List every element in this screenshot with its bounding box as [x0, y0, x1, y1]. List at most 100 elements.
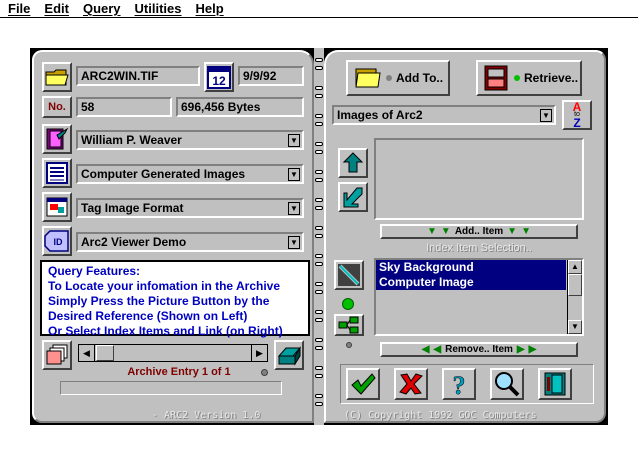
- link-down-button[interactable]: [338, 182, 368, 212]
- query-line: To Locate your infomation in the Archive: [48, 279, 281, 293]
- exit-door-icon: [544, 372, 566, 396]
- checkmark-icon: [351, 373, 376, 395]
- link-status-led: [342, 298, 354, 310]
- add-item-label: Add.. Item: [454, 226, 504, 237]
- format-dropdown-arrow-icon[interactable]: ▼: [288, 202, 300, 215]
- svg-text:12: 12: [212, 74, 226, 88]
- print-button[interactable]: [274, 340, 304, 370]
- question-mark-icon: ?: [452, 371, 466, 397]
- exit-button[interactable]: [538, 368, 572, 400]
- calendar-icon: 12: [207, 66, 231, 89]
- scroll-left-arrow-icon[interactable]: ◀: [79, 345, 95, 361]
- list-scrollbar[interactable]: ▲ ▼: [567, 260, 582, 334]
- author-dropdown-arrow-icon[interactable]: ▼: [288, 134, 300, 147]
- scroll-up-arrow-icon[interactable]: ▲: [568, 260, 582, 274]
- selected-items-list[interactable]: Sky Background Computer Image ▲ ▼: [374, 258, 584, 336]
- version-text: - ARC2 Version 1.0: [152, 410, 261, 421]
- query-line: Simply Press the Picture Button by the: [48, 294, 270, 308]
- help-button[interactable]: ?: [442, 368, 476, 400]
- binder-spine: [314, 48, 324, 425]
- index-selection-label: Index Item Selection..: [426, 242, 532, 254]
- network-icon: [338, 316, 359, 334]
- scroll-down-arrow-icon[interactable]: ▼: [568, 320, 582, 334]
- software-button[interactable]: ID: [42, 226, 72, 256]
- menu-help[interactable]: Help: [196, 1, 224, 16]
- scroll-right-arrow-icon[interactable]: ▶: [251, 345, 267, 361]
- menu-bar: File Edit Query Utilities Help: [0, 0, 638, 18]
- menu-utilities[interactable]: Utilities: [135, 1, 182, 16]
- link-up-button[interactable]: [338, 148, 368, 178]
- archive-scrollbar[interactable]: ◀ ▶: [78, 344, 268, 362]
- author-book-icon: [46, 127, 69, 150]
- file-stack-icon: [46, 344, 68, 365]
- list-document-icon: [46, 162, 68, 184]
- close-x-icon: [399, 373, 423, 395]
- image-format-icon: [46, 197, 68, 217]
- query-line: Desired Reference (Shown on Left): [48, 309, 248, 323]
- category-button[interactable]: [42, 158, 72, 188]
- remove-arrow-icon: ▶: [516, 344, 525, 355]
- software-select[interactable]: Arc2 Viewer Demo ▼: [76, 232, 304, 252]
- menu-edit[interactable]: Edit: [44, 1, 69, 16]
- open-folder-button[interactable]: [42, 62, 72, 92]
- menu-query[interactable]: Query: [83, 1, 121, 16]
- category-dropdown-arrow-icon[interactable]: ▼: [288, 168, 300, 181]
- curved-up-arrow-icon: [342, 152, 364, 173]
- number-button[interactable]: No.: [42, 96, 72, 118]
- add-to-label: Add To..: [396, 71, 444, 85]
- query-features-text: Query Features: To Locate your infomatio…: [40, 260, 310, 338]
- search-button[interactable]: [490, 368, 524, 400]
- archive-stack-button[interactable]: [42, 340, 72, 370]
- query-line: Query Features:: [48, 264, 141, 278]
- index-item-entry-box[interactable]: [374, 138, 584, 220]
- date-field[interactable]: 9/9/92: [238, 66, 304, 86]
- author-button[interactable]: [42, 124, 72, 154]
- collection-select[interactable]: Images of Arc2 ▼: [332, 105, 556, 125]
- remove-item-button[interactable]: ◀ ◀ Remove.. Item ▶ ▶: [380, 342, 578, 357]
- category-value: Computer Generated Images: [81, 167, 246, 181]
- remove-arrow-icon: ▶: [528, 344, 537, 355]
- binder: ARC2WIN.TIF 12 9/9/92 No. 58 696,456 Byt…: [30, 48, 608, 425]
- add-to-button[interactable]: Add To..: [346, 60, 450, 96]
- sort-a-letter: A: [572, 100, 582, 114]
- calendar-button[interactable]: 12: [204, 62, 234, 92]
- archive-entry-label: Archive Entry 1 of 1: [127, 366, 231, 378]
- sort-z-letter: Z: [573, 116, 581, 130]
- magnifier-search-icon: [495, 372, 520, 397]
- collection-dropdown-arrow-icon[interactable]: ▼: [540, 109, 552, 122]
- archive-status-led: [261, 369, 268, 376]
- printer-icon: [277, 346, 302, 366]
- collection-value: Images of Arc2: [337, 108, 423, 122]
- network-button[interactable]: [334, 314, 364, 336]
- copyright-text: (C) Copyright 1992 GOC Computers: [344, 410, 537, 421]
- format-select[interactable]: Tag Image Format ▼: [76, 198, 304, 218]
- add-to-led: [386, 75, 392, 81]
- add-item-button[interactable]: ▼ ▼ Add.. Item ▼ ▼: [380, 224, 578, 239]
- list-item[interactable]: Sky Background: [376, 260, 566, 275]
- folders-icon: [355, 68, 381, 88]
- add-arrow-icon: ▼: [507, 226, 518, 237]
- remove-arrow-icon: ◀: [433, 344, 442, 355]
- retrieve-button[interactable]: Retrieve..: [476, 60, 582, 96]
- id-tag-icon: ID: [44, 230, 69, 252]
- network-status-led: [346, 342, 352, 348]
- link-button[interactable]: [334, 260, 364, 290]
- author-value: William P. Weaver: [81, 133, 182, 147]
- list-item[interactable]: Computer Image: [376, 275, 566, 290]
- filename-field[interactable]: ARC2WIN.TIF: [76, 66, 200, 86]
- software-dropdown-arrow-icon[interactable]: ▼: [288, 236, 300, 249]
- query-line: Or Select Index Items and Link (on Right…: [48, 324, 283, 338]
- file-cabinet-icon: [484, 65, 508, 91]
- ok-button[interactable]: [346, 368, 380, 400]
- cancel-button[interactable]: [394, 368, 428, 400]
- sort-az-button[interactable]: A to Z: [562, 100, 592, 130]
- format-button[interactable]: [42, 192, 72, 222]
- add-arrow-icon: ▼: [521, 226, 531, 237]
- svg-text:ID: ID: [54, 237, 64, 247]
- menu-file[interactable]: File: [8, 1, 30, 16]
- category-select[interactable]: Computer Generated Images ▼: [76, 164, 304, 184]
- list-scroll-thumb[interactable]: [568, 274, 582, 296]
- add-arrow-icon: ▼: [440, 226, 451, 237]
- scroll-thumb[interactable]: [96, 345, 114, 361]
- author-select[interactable]: William P. Weaver ▼: [76, 130, 304, 150]
